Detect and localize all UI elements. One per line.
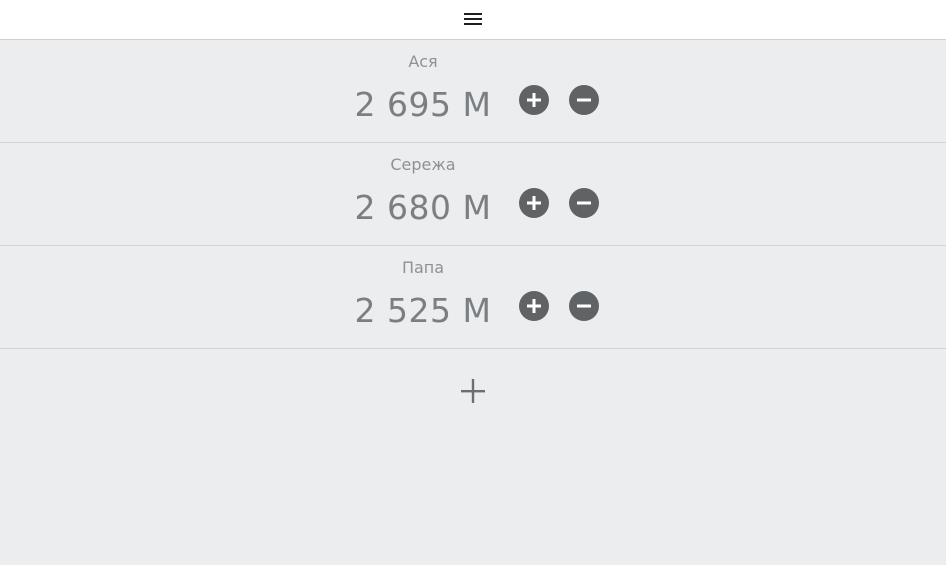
player-score: 2 680 M bbox=[354, 188, 492, 227]
plus-circle-icon bbox=[527, 299, 541, 313]
player-name: Папа bbox=[401, 258, 445, 277]
decrement-button[interactable] bbox=[569, 291, 599, 321]
minus-circle-icon bbox=[577, 304, 591, 308]
plus-circle-icon bbox=[527, 93, 541, 107]
decrement-button[interactable] bbox=[569, 188, 599, 218]
add-player-button[interactable] bbox=[459, 377, 487, 405]
increment-button[interactable] bbox=[519, 291, 549, 321]
minus-circle-icon bbox=[577, 98, 591, 102]
plus-icon bbox=[461, 379, 485, 403]
player-score: 2 695 M bbox=[354, 85, 492, 124]
player-score: 2 525 M bbox=[354, 291, 492, 330]
minus-circle-icon bbox=[577, 201, 591, 205]
decrement-button[interactable] bbox=[569, 85, 599, 115]
menu-button[interactable] bbox=[461, 8, 485, 30]
top-bar bbox=[0, 0, 946, 40]
player-list: Ася 2 695 M Сережа 2 680 M Папа 2 525 M bbox=[0, 40, 946, 349]
menu-icon bbox=[464, 13, 482, 25]
plus-circle-icon bbox=[527, 196, 541, 210]
player-name: Ася bbox=[408, 52, 438, 71]
player-row: Сережа 2 680 M bbox=[0, 143, 946, 246]
increment-button[interactable] bbox=[519, 85, 549, 115]
player-row: Папа 2 525 M bbox=[0, 246, 946, 349]
increment-button[interactable] bbox=[519, 188, 549, 218]
player-name: Сережа bbox=[390, 155, 456, 174]
player-row: Ася 2 695 M bbox=[0, 40, 946, 143]
